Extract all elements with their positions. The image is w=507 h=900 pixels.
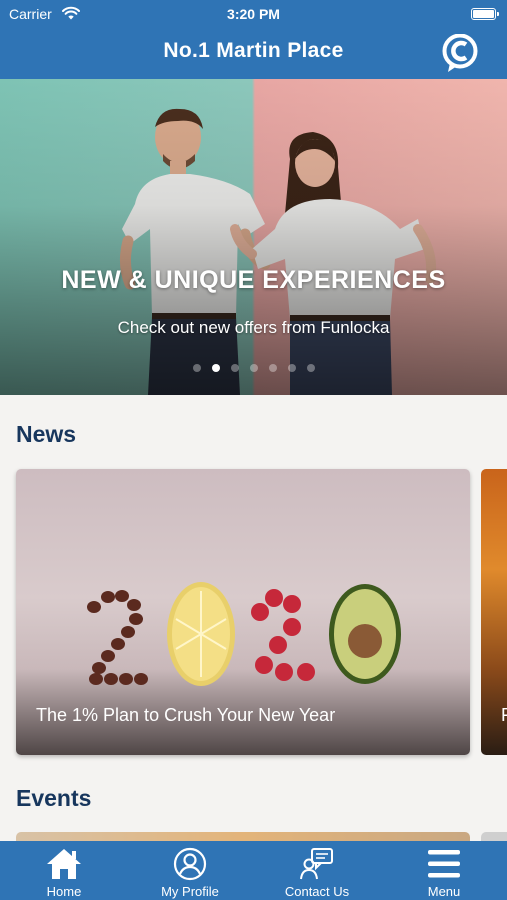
home-icon (47, 849, 81, 879)
hero-subtitle: Check out new offers from Funlocka (117, 318, 390, 337)
carousel-pagination[interactable] (0, 364, 507, 372)
hero-overlay (0, 79, 507, 395)
tab-bar: Home My Profile Contact Us Menu (0, 841, 507, 900)
news-card-caption: F (501, 705, 507, 725)
news-card-caption: The 1% Plan to Crush Your New Year (36, 705, 336, 725)
contact-icon (300, 848, 333, 880)
tab-contact-us[interactable]: Contact Us (266, 841, 368, 900)
events-section-title: Events (16, 785, 92, 811)
tab-my-profile[interactable]: My Profile (140, 841, 240, 900)
carousel-dot[interactable] (192, 364, 201, 372)
tab-label: Contact Us (284, 884, 350, 899)
tab-home[interactable]: Home (14, 841, 114, 900)
carousel-dot[interactable] (249, 364, 258, 372)
news-card[interactable]: The 1% Plan to Crush Your New Year (16, 469, 470, 755)
carousel-dot[interactable] (306, 364, 315, 372)
tab-menu[interactable]: Menu (394, 841, 494, 900)
c-brand-logo-icon[interactable] (442, 34, 478, 74)
tab-label: My Profile (161, 884, 219, 899)
tab-label: Menu (427, 884, 461, 899)
status-bar: Carrier 3:20 PM (0, 0, 507, 28)
news-section-title: News (16, 421, 77, 447)
tab-label: Home (46, 884, 82, 899)
carousel-dot-active[interactable] (211, 364, 220, 372)
app-header: Carrier 3:20 PM No.1 Martin Place (0, 0, 507, 79)
carousel-dot[interactable] (287, 364, 296, 372)
page-title: No.1 Martin Place (163, 39, 344, 62)
profile-icon (173, 847, 207, 881)
hero-title: NEW & UNIQUE EXPERIENCES (61, 266, 446, 294)
hamburger-menu-icon (428, 850, 460, 878)
carousel-dot[interactable] (268, 364, 277, 372)
carousel-dot[interactable] (230, 364, 239, 372)
status-time: 3:20 PM (227, 6, 280, 22)
battery-icon (471, 8, 499, 20)
hero-banner[interactable]: NEW & UNIQUE EXPERIENCES Check out new o… (0, 79, 507, 395)
news-card-next[interactable]: F (481, 469, 507, 755)
